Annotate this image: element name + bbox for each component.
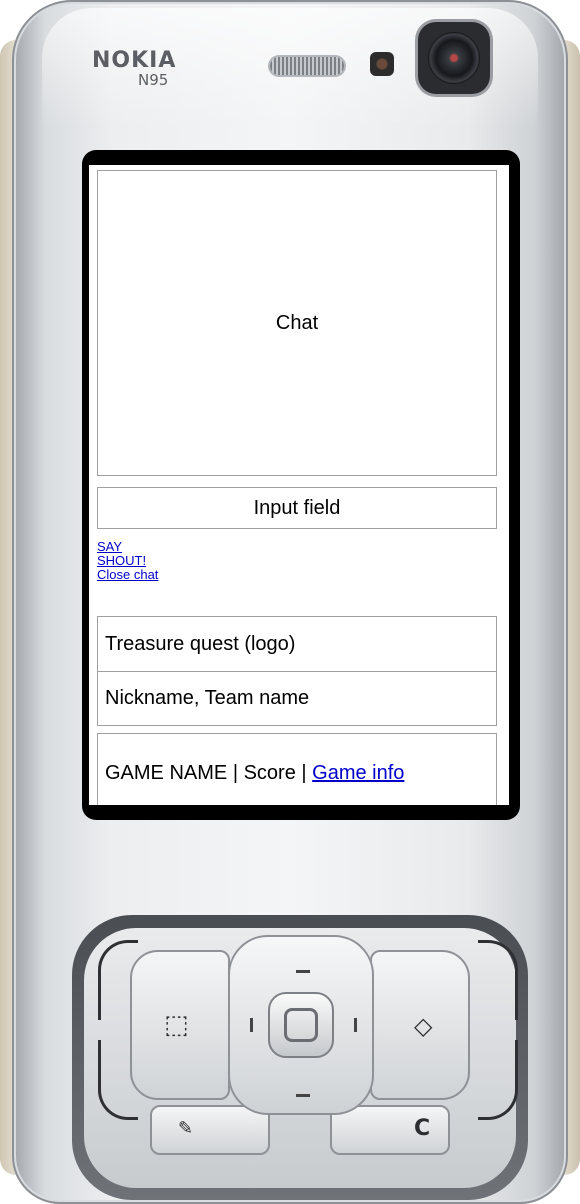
score-label: Score: [243, 761, 296, 784]
light-sensor: [370, 52, 394, 76]
say-link[interactable]: SAY: [97, 540, 158, 554]
brand-name: NOKIA: [92, 48, 177, 73]
select-key-icon: [284, 1008, 318, 1042]
separator: |: [301, 761, 307, 784]
clear-key[interactable]: [330, 1105, 450, 1155]
nav-left-icon: [250, 1018, 253, 1032]
chat-area: Chat: [97, 170, 497, 476]
front-camera-icon: [418, 22, 490, 94]
end-key[interactable]: [478, 1040, 518, 1120]
game-logo: Treasure quest (logo): [97, 616, 497, 672]
clear-icon: C: [414, 1116, 431, 1141]
shout-link[interactable]: SHOUT!: [97, 554, 158, 568]
input-field-label: Input field: [253, 496, 341, 519]
close-chat-link[interactable]: Close chat: [97, 568, 158, 582]
earpiece-speaker: [270, 57, 344, 75]
right-softkey-upper[interactable]: [478, 940, 518, 1020]
separator: |: [232, 761, 239, 784]
player-info: Nickname, Team name: [97, 671, 497, 726]
edit-key[interactable]: [150, 1105, 270, 1155]
nav-down-icon: [296, 1094, 310, 1097]
camera-lens: [428, 32, 480, 84]
nav-up-icon: [296, 970, 310, 973]
multimedia-icon: ◇: [414, 1012, 433, 1040]
screen: Chat Input field SAY SHOUT! Close chat T…: [89, 165, 509, 805]
edit-icon: ✎: [178, 1118, 194, 1139]
model-name: N95: [138, 71, 169, 89]
logo-label: Treasure quest (logo): [105, 632, 296, 655]
status-bar: GAME NAME | Score | Game info: [97, 733, 497, 805]
player-info-label: Nickname, Team name: [105, 687, 310, 709]
menu-icon: ⬚: [164, 1010, 189, 1040]
nav-right-icon: [354, 1018, 357, 1032]
chat-actions: SAY SHOUT! Close chat: [97, 540, 158, 582]
chat-area-label: Chat: [275, 311, 319, 334]
brand-logo: NOKIA N95: [92, 50, 176, 88]
game-name: GAME NAME: [105, 761, 228, 784]
game-info-link[interactable]: Game info: [312, 762, 404, 785]
chat-input-field[interactable]: Input field: [97, 487, 497, 529]
select-key[interactable]: [268, 992, 334, 1058]
